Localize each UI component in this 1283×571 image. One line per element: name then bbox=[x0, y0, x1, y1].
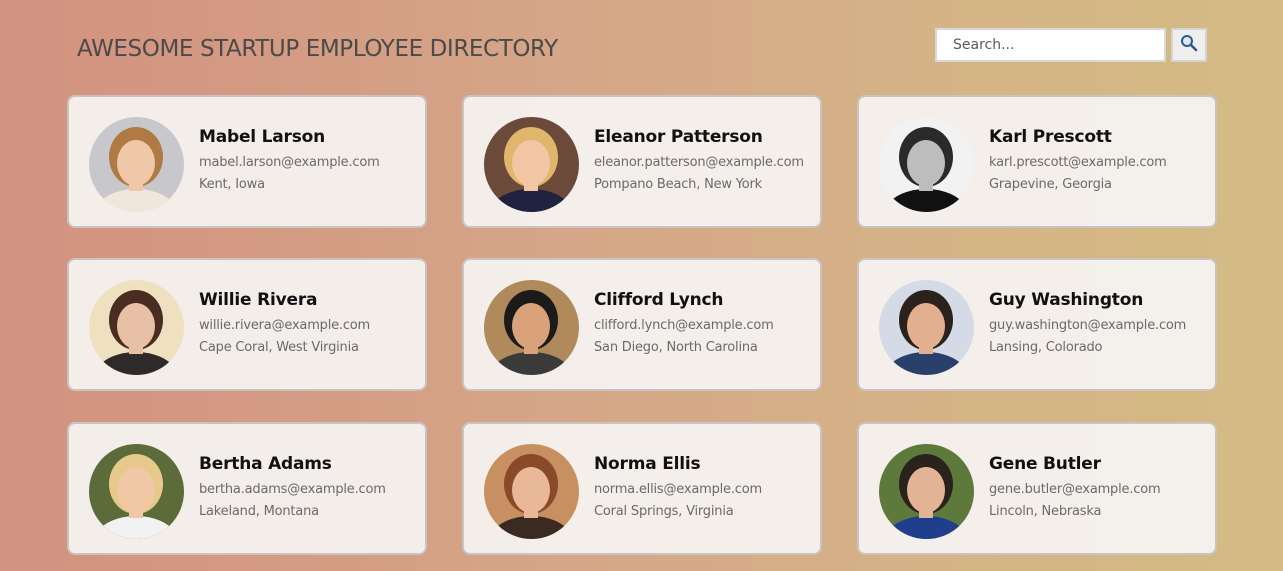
search-button[interactable] bbox=[1171, 28, 1207, 62]
employee-email: mabel.larson@example.com bbox=[199, 155, 380, 170]
employee-location: Lincoln, Nebraska bbox=[989, 504, 1102, 519]
employee-email: eleanor.patterson@example.com bbox=[594, 155, 804, 170]
employee-email: bertha.adams@example.com bbox=[199, 482, 386, 497]
employee-card[interactable]: Eleanor Patterson eleanor.patterson@exam… bbox=[462, 95, 822, 228]
page-title: AWESOME STARTUP EMPLOYEE DIRECTORY bbox=[77, 36, 558, 62]
avatar bbox=[484, 280, 579, 375]
employee-name: Willie Rivera bbox=[199, 290, 318, 310]
employee-card[interactable]: Mabel Larson mabel.larson@example.com Ke… bbox=[67, 95, 427, 228]
employee-location: San Diego, North Carolina bbox=[594, 340, 758, 355]
employee-location: Grapevine, Georgia bbox=[989, 177, 1112, 192]
employee-card[interactable]: Willie Rivera willie.rivera@example.com … bbox=[67, 258, 427, 391]
employee-location: Kent, Iowa bbox=[199, 177, 265, 192]
avatar bbox=[484, 444, 579, 539]
employee-email: willie.rivera@example.com bbox=[199, 318, 371, 333]
employee-name: Clifford Lynch bbox=[594, 290, 724, 310]
employee-name: Mabel Larson bbox=[199, 127, 326, 147]
search-icon bbox=[1180, 34, 1198, 56]
avatar bbox=[89, 117, 184, 212]
employee-name: Eleanor Patterson bbox=[594, 127, 763, 147]
avatar bbox=[879, 117, 974, 212]
employee-email: clifford.lynch@example.com bbox=[594, 318, 774, 333]
avatar bbox=[879, 280, 974, 375]
employee-name: Guy Washington bbox=[989, 290, 1144, 310]
employee-card[interactable]: Norma Ellis norma.ellis@example.com Cora… bbox=[462, 422, 822, 555]
avatar bbox=[89, 280, 184, 375]
employee-card[interactable]: Gene Butler gene.butler@example.com Linc… bbox=[857, 422, 1217, 555]
employee-card[interactable]: Karl Prescott karl.prescott@example.com … bbox=[857, 95, 1217, 228]
avatar bbox=[89, 444, 184, 539]
search-input[interactable] bbox=[935, 28, 1166, 62]
employee-card[interactable]: Guy Washington guy.washington@example.co… bbox=[857, 258, 1217, 391]
employee-card[interactable]: Clifford Lynch clifford.lynch@example.co… bbox=[462, 258, 822, 391]
employee-email: norma.ellis@example.com bbox=[594, 482, 762, 497]
employee-location: Coral Springs, Virginia bbox=[594, 504, 734, 519]
employee-location: Lansing, Colorado bbox=[989, 340, 1103, 355]
employee-email: gene.butler@example.com bbox=[989, 482, 1161, 497]
employee-location: Cape Coral, West Virginia bbox=[199, 340, 359, 355]
employee-email: guy.washington@example.com bbox=[989, 318, 1187, 333]
employee-location: Pompano Beach, New York bbox=[594, 177, 762, 192]
avatar bbox=[484, 117, 579, 212]
employee-card[interactable]: Bertha Adams bertha.adams@example.com La… bbox=[67, 422, 427, 555]
employee-name: Gene Butler bbox=[989, 454, 1101, 474]
employee-location: Lakeland, Montana bbox=[199, 504, 319, 519]
employee-email: karl.prescott@example.com bbox=[989, 155, 1167, 170]
employee-name: Bertha Adams bbox=[199, 454, 332, 474]
employee-name: Norma Ellis bbox=[594, 454, 701, 474]
avatar bbox=[879, 444, 974, 539]
employee-name: Karl Prescott bbox=[989, 127, 1112, 147]
